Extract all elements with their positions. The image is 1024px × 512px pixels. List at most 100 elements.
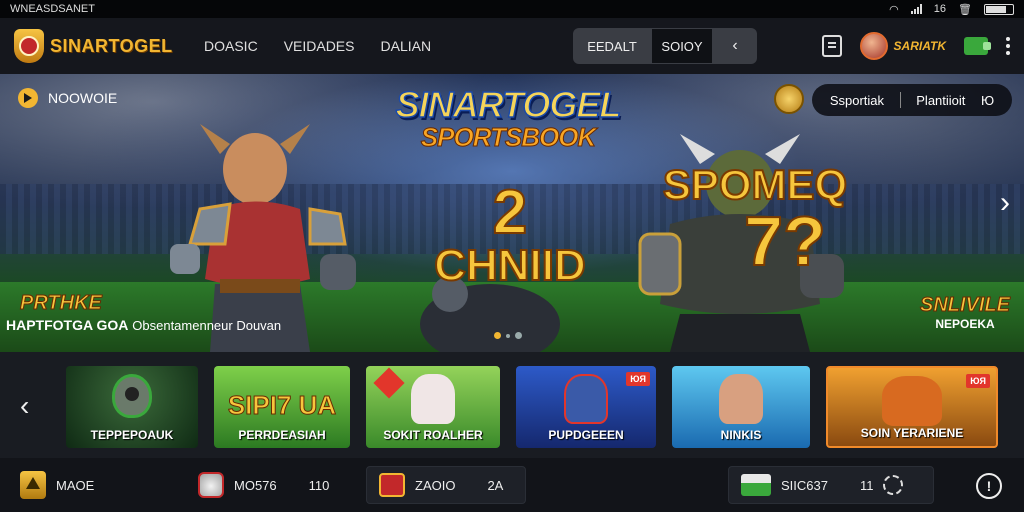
document-icon[interactable] bbox=[821, 35, 842, 57]
wifi-icon: ◠ bbox=[889, 3, 899, 16]
game-card-badge: ЮЯ bbox=[966, 374, 990, 388]
bottom-item-label: MO576 bbox=[234, 477, 277, 493]
game-card-label: NINKIS bbox=[720, 428, 762, 442]
header-actions: SARIATK bbox=[821, 28, 1010, 64]
shield-icon bbox=[112, 374, 152, 418]
bottom-left-subtitle: HAPTFOTGA GOA Obsentamenneur Douvan bbox=[6, 317, 281, 333]
play-badge-icon bbox=[18, 88, 38, 108]
game-card[interactable]: SIPI7 UA PERRDEASIAH bbox=[214, 366, 350, 448]
field-icon bbox=[741, 474, 771, 496]
sync-icon[interactable] bbox=[883, 475, 904, 495]
pill-right-link[interactable]: Plantiioit bbox=[916, 93, 965, 108]
bottom-left-strong: HAPTFOTGA GOA bbox=[6, 317, 129, 333]
game-card-label: SOIN YERARIENE bbox=[860, 426, 964, 440]
logo-badge-icon bbox=[14, 29, 44, 63]
mascot-icon bbox=[198, 472, 224, 498]
fighter-icon bbox=[719, 374, 763, 424]
user-profile[interactable]: SARIATK bbox=[859, 32, 946, 60]
hero-promo-right: SPOMEQ 7? bbox=[650, 161, 860, 280]
home-icon bbox=[20, 471, 46, 499]
segment-option-1[interactable]: EEDALT bbox=[573, 28, 651, 64]
carousel-dots bbox=[494, 332, 522, 339]
bottom-item-2[interactable]: MO576 110 bbox=[198, 466, 329, 504]
alert-icon[interactable]: ! bbox=[976, 473, 1002, 499]
bottom-left-title: PRTHKE bbox=[19, 292, 102, 315]
warrior-icon bbox=[882, 376, 942, 426]
avatar bbox=[859, 32, 888, 60]
pill-left-link[interactable]: Ssportiak bbox=[830, 93, 884, 108]
battery-icon bbox=[984, 3, 1014, 15]
carousel-dot-1[interactable] bbox=[494, 332, 501, 339]
game-card-badge: ЮЯ bbox=[626, 372, 650, 386]
hero-top-left-label: NOOWOIE bbox=[48, 90, 118, 106]
bottom-right-title: SNLIVILE bbox=[919, 294, 1010, 317]
games-carousel: ‹ TEPPEPOAUK SIPI7 UA PERRDEASIAH SOKIT … bbox=[0, 352, 1024, 458]
hero-title-line2: SPORTSBOOK bbox=[420, 122, 596, 153]
nav-item-3[interactable]: DALIAN bbox=[381, 38, 432, 54]
bottom-bar: MAOE MO576 110 ZAOIO 2A SIIC637 11 ! bbox=[0, 458, 1024, 512]
segmented-control: EEDALT SOIOY ‹ bbox=[573, 28, 757, 64]
hero-bottom-right-caption: SNLIVILE NEPOEKA bbox=[919, 294, 1010, 332]
hero-title-line1: SINARTOGEL bbox=[395, 83, 622, 126]
mascot-icon bbox=[411, 374, 455, 424]
game-card[interactable]: ЮЯ SOIN YERARIENE bbox=[826, 366, 998, 448]
status-indicators: ◠ 16 🗑 bbox=[889, 3, 1014, 16]
knight-icon bbox=[564, 374, 608, 424]
status-left-text: WNEASDSANET bbox=[10, 3, 95, 15]
hero-title: SINARTOGEL SPORTSBOOK bbox=[388, 83, 628, 153]
pill-icon[interactable]: Ю bbox=[981, 93, 994, 108]
promo-right-number: 7? bbox=[743, 202, 827, 280]
signal-icon bbox=[910, 4, 922, 14]
coin-badge-icon[interactable] bbox=[774, 84, 804, 114]
bottom-item-value: 11 bbox=[859, 477, 874, 493]
bottom-item-label: SIIC637 bbox=[781, 477, 828, 493]
bottom-left-text: Obsentamenneur Douvan bbox=[132, 318, 282, 333]
main-nav: DOASIC VEIDADES DALIAN bbox=[204, 38, 431, 54]
bottom-item-home[interactable]: MAOE bbox=[20, 466, 94, 504]
game-card-label: PUPDGEEEN bbox=[548, 428, 624, 442]
chevron-right-icon[interactable]: › bbox=[1000, 186, 1010, 220]
game-card[interactable]: TEPPEPOAUK bbox=[66, 366, 198, 448]
segment-option-2[interactable]: SOIOY bbox=[651, 28, 713, 64]
user-name: SARIATK bbox=[893, 39, 946, 53]
trash-icon: 🗑 bbox=[958, 3, 972, 16]
game-card[interactable]: SOKIT ROALHER bbox=[366, 366, 500, 448]
chevron-left-icon[interactable]: ‹ bbox=[713, 28, 757, 64]
site-logo[interactable]: SINARTOGEL bbox=[14, 29, 194, 63]
pill-separator bbox=[899, 92, 901, 108]
game-card-label: SOKIT ROALHER bbox=[383, 428, 483, 442]
logo-text: SINARTOGEL bbox=[50, 35, 173, 56]
chevron-left-icon[interactable]: ‹ bbox=[20, 390, 29, 422]
status-number: 16 bbox=[933, 3, 947, 15]
game-card-title: SIPI7 UA bbox=[227, 390, 337, 421]
nav-item-1[interactable]: DOASIC bbox=[204, 38, 258, 54]
ticket-icon bbox=[379, 473, 405, 497]
bottom-item-value: 2A bbox=[487, 477, 504, 493]
hero-pill-menu: Ssportiak Plantiioit Ю bbox=[812, 84, 1012, 116]
carousel-dot-2[interactable] bbox=[506, 333, 510, 338]
bottom-item-value: 110 bbox=[308, 477, 330, 493]
bottom-right-text: NEPOEKA bbox=[935, 317, 995, 331]
game-card[interactable]: ЮЯ PUPDGEEEN bbox=[516, 366, 656, 448]
game-card-label: TEPPEPOAUK bbox=[90, 428, 174, 442]
nav-item-2[interactable]: VEIDADES bbox=[284, 38, 355, 54]
bottom-item-label: MAOE bbox=[56, 477, 95, 493]
hero-promo-left: 2 CHNIID bbox=[420, 178, 600, 290]
game-card[interactable]: NINKIS bbox=[672, 366, 810, 448]
top-header: SINARTOGEL DOASIC VEIDADES DALIAN EEDALT… bbox=[0, 18, 1024, 74]
promo-left-word: CHNIID bbox=[433, 241, 587, 290]
bottom-item-4[interactable]: SIIC637 11 bbox=[728, 466, 934, 504]
bottom-item-3[interactable]: ZAOIO 2A bbox=[366, 466, 526, 504]
carousel-dot-3[interactable] bbox=[515, 332, 522, 339]
wallet-icon[interactable] bbox=[964, 37, 991, 55]
promo-right-word: SPOMEQ bbox=[662, 161, 848, 208]
status-bar: WNEASDSANET ◠ 16 🗑 bbox=[0, 0, 1024, 18]
tag-icon bbox=[373, 367, 405, 399]
hero-banner[interactable]: NOOWOIE SINARTOGEL SPORTSBOOK 2 CHNIID S… bbox=[0, 74, 1024, 352]
game-card-label: PERRDEASIAH bbox=[238, 428, 326, 442]
hero-top-left-badge[interactable]: NOOWOIE bbox=[18, 88, 117, 108]
bottom-item-label: ZAOIO bbox=[415, 477, 456, 493]
more-menu-icon[interactable] bbox=[1006, 37, 1010, 55]
promo-left-number: 2 bbox=[492, 178, 528, 247]
hero-bottom-left-caption: PRTHKE HAPTFOTGA GOA Obsentamenneur Douv… bbox=[6, 292, 281, 334]
